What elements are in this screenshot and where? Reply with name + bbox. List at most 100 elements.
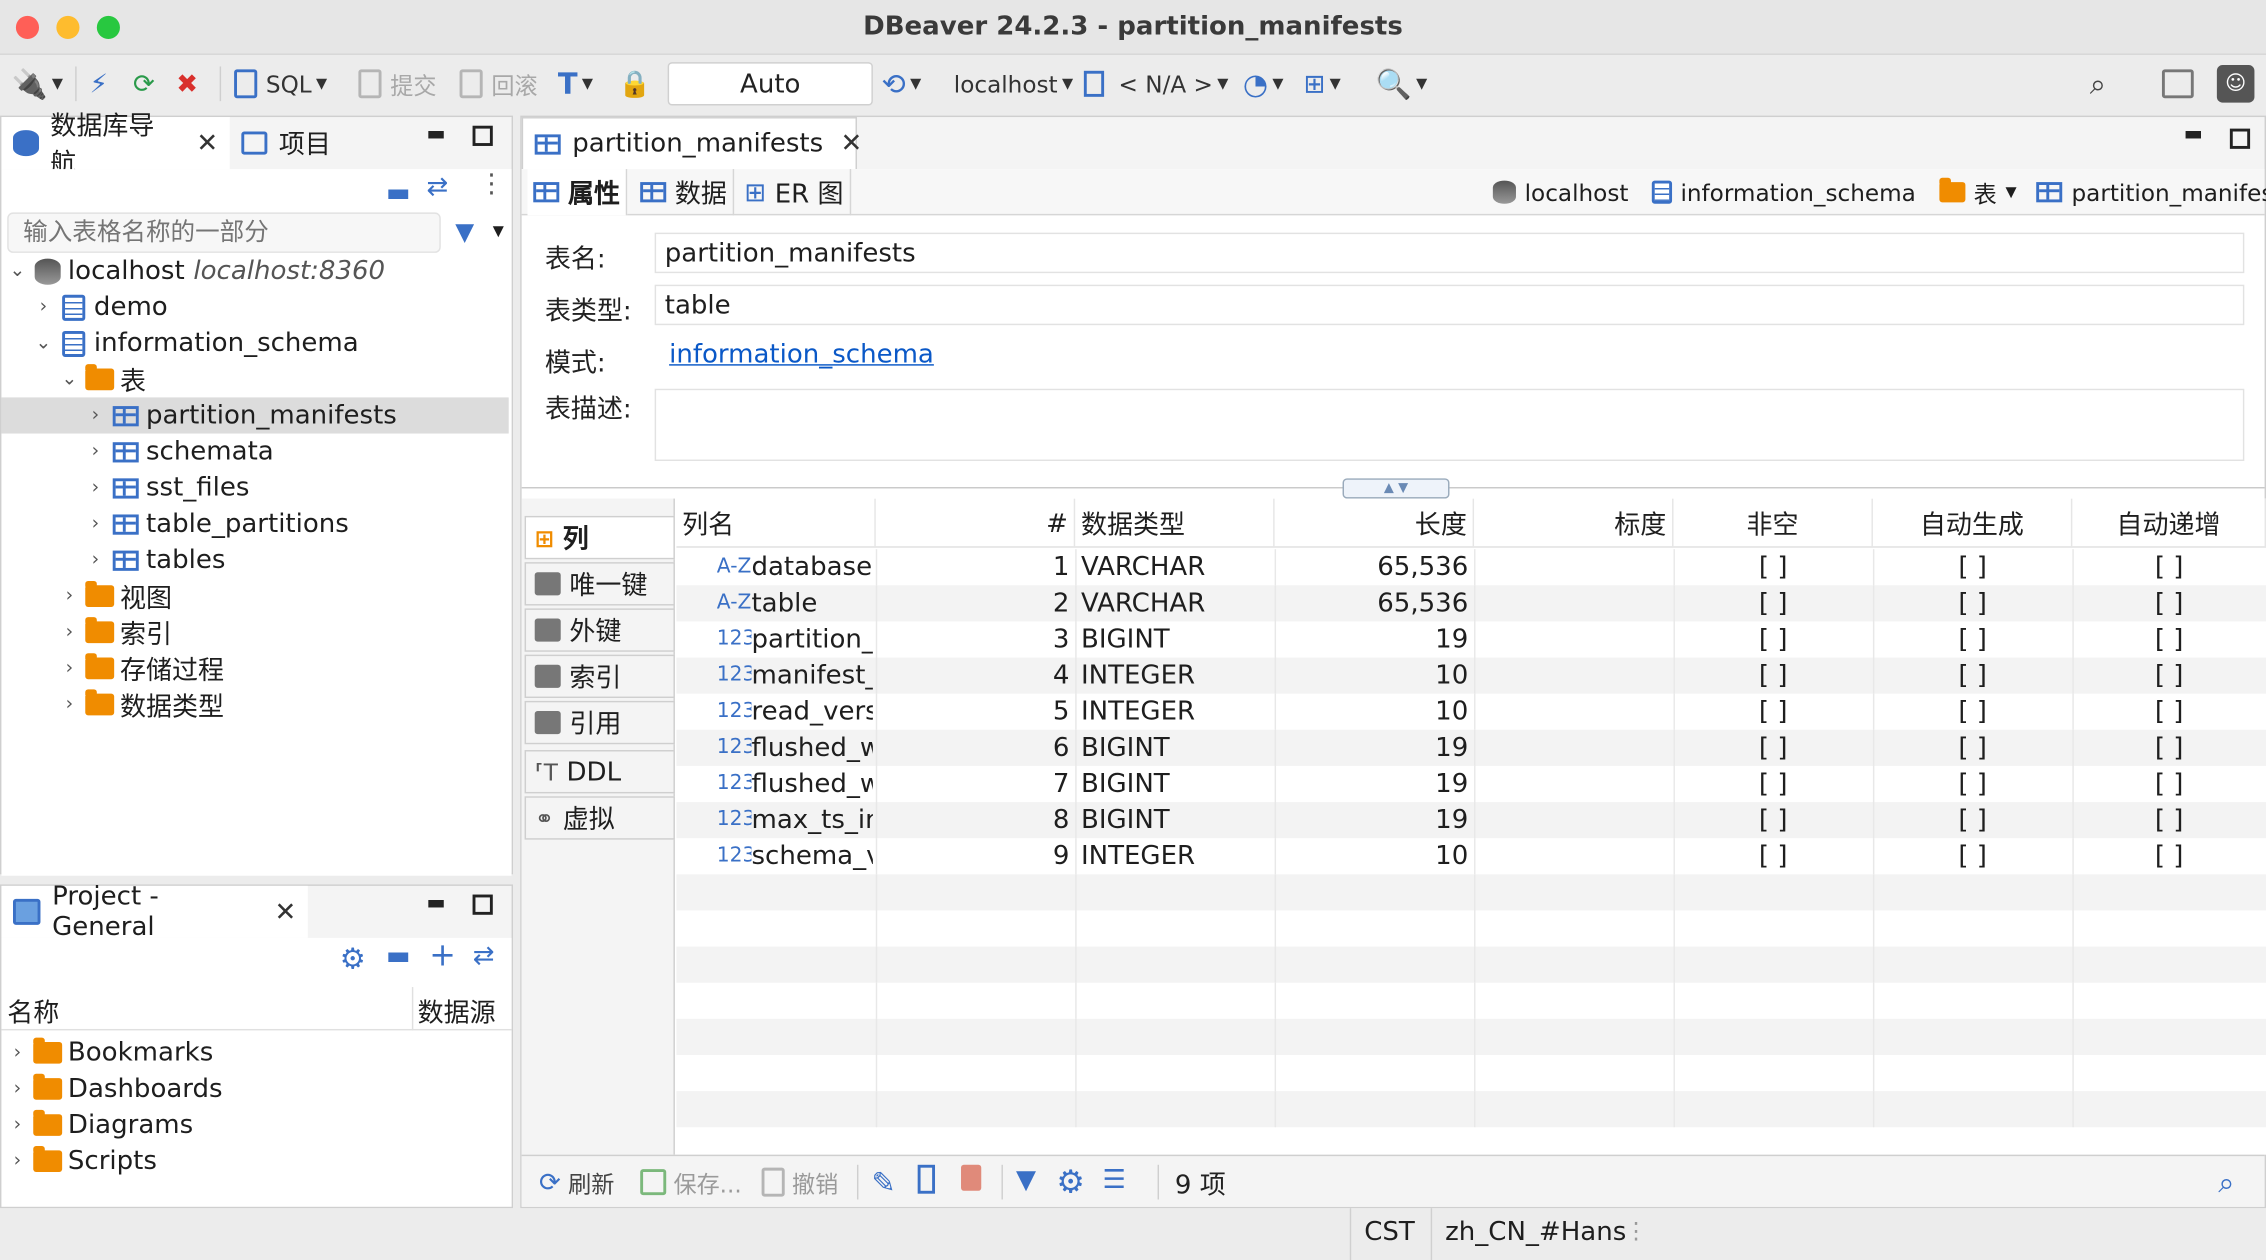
cell-ordinal[interactable]: 4 bbox=[876, 658, 1070, 694]
table-filter-input[interactable] bbox=[7, 212, 441, 253]
cell-ordinal[interactable]: 3 bbox=[876, 621, 1070, 657]
cell-auto-generated[interactable]: [ ] bbox=[1873, 802, 2072, 838]
chevron-right-icon[interactable]: › bbox=[7, 1042, 27, 1064]
new-connection-button[interactable]: 🔌 ▼ bbox=[12, 64, 63, 104]
column-header-length[interactable]: 长度 bbox=[1275, 498, 1475, 548]
column-type-icon[interactable]: 123 bbox=[717, 621, 752, 657]
column-type-icon[interactable]: A-Z bbox=[717, 549, 752, 585]
save-button[interactable]: 保存... bbox=[640, 1165, 742, 1200]
table-row[interactable]: 123manifest_4INTEGER10[ ][ ][ ] bbox=[676, 657, 2266, 694]
cell-not-null[interactable]: [ ] bbox=[1673, 802, 1872, 838]
cell-length[interactable]: 19 bbox=[1275, 802, 1468, 838]
cell-length[interactable]: 19 bbox=[1275, 766, 1468, 802]
tab-partition-manifests[interactable]: partition_manifests ✕ bbox=[521, 117, 862, 170]
column-type-icon[interactable]: 123 bbox=[717, 730, 752, 766]
tab-project-general[interactable]: Project - General ✕ bbox=[1, 882, 308, 942]
cell-length[interactable]: 10 bbox=[1275, 694, 1468, 730]
chevron-right-icon[interactable]: › bbox=[7, 1150, 27, 1172]
cell-column-name[interactable]: read_vers bbox=[751, 694, 872, 730]
breadcrumb-schema[interactable]: information_schema bbox=[1680, 178, 1915, 205]
refresh-button[interactable]: ⟳ 刷新 bbox=[539, 1165, 614, 1200]
cell-data-type[interactable]: BIGINT bbox=[1081, 802, 1269, 838]
cell-not-null[interactable]: [ ] bbox=[1673, 658, 1872, 694]
reconnect-button[interactable]: ⟳ bbox=[133, 64, 155, 104]
collapse-all-icon[interactable]: ▬ bbox=[386, 941, 411, 971]
chevron-down-icon[interactable]: ⌄ bbox=[7, 260, 27, 282]
cell-data-type[interactable]: INTEGER bbox=[1081, 694, 1269, 730]
chevron-right-icon[interactable]: › bbox=[7, 1114, 27, 1136]
cell-auto-generated[interactable]: [ ] bbox=[1873, 621, 2072, 657]
cell-ordinal[interactable]: 5 bbox=[876, 694, 1070, 730]
chevron-right-icon[interactable]: › bbox=[7, 1078, 27, 1100]
cell-column-name[interactable]: schema_v bbox=[751, 838, 872, 874]
column-header-name[interactable]: 名称 bbox=[7, 993, 59, 1031]
chevron-right-icon[interactable]: › bbox=[85, 477, 105, 499]
tree-item-views[interactable]: › 视图 bbox=[59, 578, 172, 614]
tree-item-partition-manifests[interactable]: › partition_manifests bbox=[1, 397, 509, 434]
cell-not-null[interactable]: [ ] bbox=[1673, 766, 1872, 802]
cell-data-type[interactable]: INTEGER bbox=[1081, 838, 1269, 874]
tree-item-table-partitions[interactable]: › table_partitions bbox=[85, 506, 349, 542]
cell-data-type[interactable]: VARCHAR bbox=[1081, 549, 1269, 585]
tree-item-procedures[interactable]: › 存储过程 bbox=[59, 650, 224, 686]
add-icon[interactable]: + bbox=[429, 938, 456, 974]
cell-ordinal[interactable]: 1 bbox=[876, 549, 1070, 585]
chevron-right-icon[interactable]: › bbox=[59, 658, 79, 680]
tree-item-tables[interactable]: › tables bbox=[85, 542, 226, 578]
cell-auto-increment[interactable]: [ ] bbox=[2072, 658, 2266, 694]
global-search-button[interactable]: ⌕ bbox=[2090, 64, 2106, 104]
close-icon[interactable]: ✕ bbox=[840, 129, 862, 159]
cell-auto-increment[interactable]: [ ] bbox=[2072, 838, 2266, 874]
chevron-right-icon[interactable]: › bbox=[59, 585, 79, 607]
cell-column-name[interactable]: table bbox=[751, 585, 872, 621]
tree-item-demo[interactable]: › demo bbox=[33, 289, 168, 325]
column-header-ordinal[interactable]: # bbox=[876, 498, 1076, 548]
perspective-button[interactable] bbox=[2161, 64, 2194, 104]
maximize-panel-icon[interactable] bbox=[2229, 128, 2251, 149]
minimize-panel-icon[interactable]: ▬ bbox=[2184, 123, 2203, 146]
tree-item-data-types[interactable]: › 数据类型 bbox=[59, 686, 224, 722]
table-row[interactable]: 123read_vers5INTEGER10[ ][ ][ ] bbox=[676, 693, 2266, 730]
columns-config-button[interactable]: ☰ bbox=[1103, 1165, 1126, 1195]
cell-auto-generated[interactable]: [ ] bbox=[1873, 658, 2072, 694]
search-toolbar-button[interactable]: 🔍 ▼ bbox=[1376, 64, 1427, 104]
cell-data-type[interactable]: BIGINT bbox=[1081, 766, 1269, 802]
chevron-down-icon[interactable]: ▼ bbox=[2005, 184, 2016, 200]
rollback-button[interactable]: 回滚 bbox=[459, 64, 538, 104]
table-type-field[interactable]: table bbox=[654, 284, 2245, 326]
maximize-panel-icon[interactable] bbox=[472, 125, 493, 146]
project-item-scripts[interactable]: › Scripts bbox=[7, 1143, 157, 1179]
cell-length[interactable]: 19 bbox=[1275, 730, 1468, 766]
connect-button[interactable]: ⚡ bbox=[90, 64, 108, 104]
add-column-button[interactable] bbox=[917, 1164, 936, 1194]
cell-auto-generated[interactable]: [ ] bbox=[1873, 585, 2072, 621]
cell-data-type[interactable]: BIGINT bbox=[1081, 730, 1269, 766]
chevron-right-icon[interactable]: › bbox=[85, 441, 105, 463]
cell-auto-increment[interactable]: [ ] bbox=[2072, 694, 2266, 730]
cell-length[interactable]: 65,536 bbox=[1275, 585, 1468, 621]
minimize-panel-icon[interactable]: ▬ bbox=[426, 892, 445, 915]
project-item-diagrams[interactable]: › Diagrams bbox=[7, 1107, 194, 1143]
chevron-right-icon[interactable]: › bbox=[85, 513, 105, 535]
cell-auto-generated[interactable]: [ ] bbox=[1873, 730, 2072, 766]
cell-data-type[interactable]: VARCHAR bbox=[1081, 585, 1269, 621]
sidetab-foreign-keys[interactable]: 外键 bbox=[524, 608, 675, 652]
subtab-data[interactable]: 数据 bbox=[634, 169, 735, 216]
cell-column-name[interactable]: manifest_ bbox=[751, 658, 872, 694]
column-header-datasource[interactable]: 数据源 bbox=[418, 993, 496, 1031]
column-type-icon[interactable]: 123 bbox=[717, 766, 752, 802]
lock-button[interactable]: 🔒 bbox=[619, 64, 651, 104]
column-header-auto-increment[interactable]: 自动递增 bbox=[2072, 498, 2266, 548]
cell-ordinal[interactable]: 8 bbox=[876, 802, 1070, 838]
chevron-right-icon[interactable]: › bbox=[85, 549, 105, 571]
tree-item-sst-files[interactable]: › sst_files bbox=[85, 470, 250, 506]
cell-column-name[interactable]: max_ts_in bbox=[751, 802, 872, 838]
sql-editor-button[interactable]: SQL ▼ bbox=[234, 64, 327, 104]
tools-button[interactable]: ⊞ ▼ bbox=[1304, 64, 1341, 104]
sidetab-columns[interactable]: ⊞ 列 bbox=[524, 515, 675, 560]
cell-auto-generated[interactable]: [ ] bbox=[1873, 694, 2072, 730]
cell-column-name[interactable]: database bbox=[751, 549, 872, 585]
column-type-icon[interactable]: 123 bbox=[717, 802, 752, 838]
column-type-icon[interactable]: 123 bbox=[717, 694, 752, 730]
table-description-field[interactable] bbox=[654, 388, 2245, 462]
